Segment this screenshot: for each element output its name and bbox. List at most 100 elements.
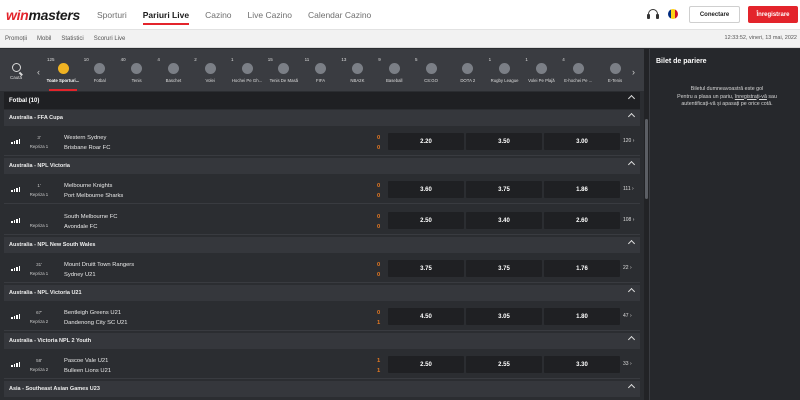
scroll-left-icon[interactable]: ‹ bbox=[37, 67, 40, 77]
sport-tab-8[interactable]: 13 NBA2K bbox=[339, 57, 375, 83]
live-stats-icon[interactable] bbox=[11, 218, 20, 223]
collapse-chevron-icon[interactable] bbox=[627, 160, 636, 169]
league-header[interactable]: Australia - NPL Victoria bbox=[4, 158, 640, 174]
live-stats-icon[interactable] bbox=[11, 314, 20, 319]
subnav-mobil[interactable]: Mobil bbox=[32, 36, 56, 42]
odd-button-1[interactable]: 4.50 bbox=[388, 308, 464, 325]
winmasters-logo[interactable]: winmasters bbox=[6, 7, 80, 23]
sport-tab-11[interactable]: DOTA 2 bbox=[450, 60, 486, 83]
collapse-chevron-icon[interactable] bbox=[627, 94, 636, 103]
home-score: 0 bbox=[377, 310, 381, 316]
scroll-right-icon[interactable]: › bbox=[632, 67, 635, 77]
subnav-promotii[interactable]: Promoții bbox=[0, 36, 32, 42]
match-period: Repriza 1 bbox=[29, 271, 49, 276]
home-team[interactable]: Mount Druitt Town Rangers bbox=[64, 262, 134, 268]
more-markets-button[interactable]: 120 › bbox=[623, 138, 634, 144]
league-header[interactable]: Australia - NPL New South Wales bbox=[4, 237, 640, 253]
away-team[interactable]: Brisbane Roar FC bbox=[64, 145, 110, 151]
login-button[interactable]: Conectare bbox=[689, 6, 740, 23]
odd-button-1[interactable]: 2.20 bbox=[388, 133, 464, 150]
home-team[interactable]: Pascoe Vale U21 bbox=[64, 358, 108, 364]
nav-cazino[interactable]: Cazino bbox=[197, 0, 239, 30]
romania-flag-icon[interactable] bbox=[668, 9, 678, 19]
odd-button-3[interactable]: 2.60 bbox=[544, 212, 620, 229]
sport-tab-3[interactable]: 4 Baschet bbox=[155, 57, 191, 83]
odd-button-3[interactable]: 3.00 bbox=[544, 133, 620, 150]
league-header[interactable]: Australia - NPL Victoria U21 bbox=[4, 285, 640, 301]
sport-tab-6[interactable]: 15 Tenis De Masă bbox=[266, 57, 302, 83]
more-markets-button[interactable]: 111 › bbox=[623, 186, 634, 192]
league-header[interactable]: Asia - Southeast Asian Games U23 bbox=[4, 381, 640, 397]
sport-header-fotbal[interactable]: Fotbal (10) bbox=[4, 92, 640, 109]
match-row: 31' Repriza 1 Mount Druitt Town Rangers Syd… bbox=[4, 257, 640, 283]
subnav-statistici[interactable]: Statistici bbox=[56, 36, 88, 42]
sport-tab-9[interactable]: 9 Baseball bbox=[376, 57, 412, 83]
away-score: 0 bbox=[377, 193, 381, 199]
odd-button-1[interactable]: 3.60 bbox=[388, 181, 464, 198]
collapse-chevron-icon[interactable] bbox=[627, 383, 636, 392]
nav-calendar-cazino[interactable]: Calendar Cazino bbox=[300, 0, 379, 30]
sport-tab-4[interactable]: 2 Volei bbox=[192, 57, 228, 83]
sport-tab-1[interactable]: 10 Fotbal bbox=[82, 57, 118, 83]
sport-tab-13[interactable]: 1 Volei Pe Plajă bbox=[523, 57, 559, 83]
sport-label: Volei bbox=[205, 78, 215, 83]
register-button[interactable]: Înregistrare bbox=[748, 6, 798, 23]
more-markets-button[interactable]: 33 › bbox=[623, 361, 632, 367]
search-button[interactable]: Caută bbox=[8, 63, 24, 80]
odd-button-1[interactable]: 2.50 bbox=[388, 356, 464, 373]
support-headset-icon[interactable] bbox=[647, 9, 659, 19]
home-team[interactable]: Bentleigh Greens U21 bbox=[64, 310, 121, 316]
away-team[interactable]: Avondale FC bbox=[64, 224, 97, 230]
live-stats-icon[interactable] bbox=[11, 139, 20, 144]
collapse-chevron-icon[interactable] bbox=[627, 335, 636, 344]
sport-tab-7[interactable]: 11 FIFA bbox=[303, 57, 339, 83]
more-markets-button[interactable]: 22 › bbox=[623, 265, 632, 271]
odd-button-2[interactable]: 3.75 bbox=[466, 181, 542, 198]
more-markets-button[interactable]: 108 › bbox=[623, 217, 634, 223]
odd-button-1[interactable]: 2.50 bbox=[388, 212, 464, 229]
scrollbar-thumb[interactable] bbox=[645, 119, 648, 199]
away-team[interactable]: Port Melbourne Sharks bbox=[64, 193, 123, 199]
odd-button-3[interactable]: 1.86 bbox=[544, 181, 620, 198]
home-team[interactable]: South Melbourne FC bbox=[64, 214, 118, 220]
odd-button-2[interactable]: 3.40 bbox=[466, 212, 542, 229]
sport-tab-14[interactable]: 4 E-hochei Pe ... bbox=[560, 57, 596, 83]
nav-live-cazino[interactable]: Live Cazino bbox=[240, 0, 300, 30]
live-stats-icon[interactable] bbox=[11, 266, 20, 271]
sport-tab-10[interactable]: 5 CS:GO bbox=[413, 57, 449, 83]
away-team[interactable]: Dandenong City SC U21 bbox=[64, 320, 127, 326]
odd-button-1[interactable]: 3.75 bbox=[388, 260, 464, 277]
subnav-scoruri-live[interactable]: Scoruri Live bbox=[89, 36, 131, 42]
nav-sporturi[interactable]: Sporturi bbox=[89, 0, 135, 30]
sport-icon bbox=[204, 63, 216, 74]
nav-pariuri-live[interactable]: Pariuri Live bbox=[135, 0, 197, 30]
away-team[interactable]: Bulleen Lions U21 bbox=[64, 368, 111, 374]
away-team[interactable]: Sydney U21 bbox=[64, 272, 96, 278]
odd-button-2[interactable]: 2.55 bbox=[466, 356, 542, 373]
sport-label: NBA2K bbox=[350, 78, 365, 83]
odd-button-3[interactable]: 1.80 bbox=[544, 308, 620, 325]
odd-button-3[interactable]: 1.76 bbox=[544, 260, 620, 277]
odd-button-2[interactable]: 3.50 bbox=[466, 133, 542, 150]
live-stats-icon[interactable] bbox=[11, 362, 20, 367]
sport-tab-0[interactable]: 125 Toate Sporturi... bbox=[45, 57, 81, 91]
collapse-chevron-icon[interactable] bbox=[627, 112, 636, 121]
league-header[interactable]: Australia - Victoria NPL 2 Youth bbox=[4, 333, 640, 349]
odd-button-3[interactable]: 3.30 bbox=[544, 356, 620, 373]
sport-icon bbox=[462, 63, 474, 74]
match-period: Repriza 1 bbox=[29, 192, 49, 197]
home-team[interactable]: Western Sydney bbox=[64, 135, 106, 141]
sport-tab-12[interactable]: 1 Rugby League bbox=[487, 57, 523, 83]
odd-button-2[interactable]: 3.05 bbox=[466, 308, 542, 325]
live-stats-icon[interactable] bbox=[11, 187, 20, 192]
register-link[interactable]: înregistrați-vă bbox=[735, 94, 767, 100]
odd-button-2[interactable]: 3.75 bbox=[466, 260, 542, 277]
collapse-chevron-icon[interactable] bbox=[627, 287, 636, 296]
more-markets-button[interactable]: 47 › bbox=[623, 313, 632, 319]
sport-tab-5[interactable]: 1 Hochei Pe Gh... bbox=[229, 57, 265, 83]
sport-tab-15[interactable]: E-Tenis bbox=[597, 60, 633, 83]
league-header[interactable]: Australia - FFA Cupa bbox=[4, 110, 640, 126]
sport-tab-2[interactable]: 40 Tenis bbox=[119, 57, 155, 83]
home-team[interactable]: Melbourne Knights bbox=[64, 183, 112, 189]
collapse-chevron-icon[interactable] bbox=[627, 239, 636, 248]
